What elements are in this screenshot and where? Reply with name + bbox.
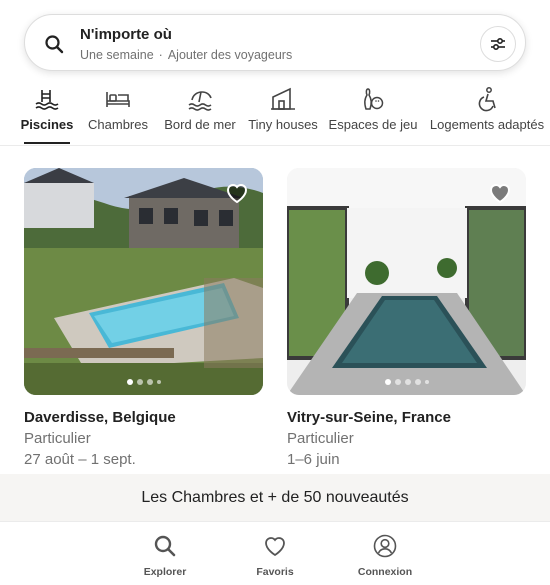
category-label: Chambres xyxy=(88,117,148,132)
listing-location: Daverdisse, Belgique xyxy=(24,409,176,426)
nav-label: Connexion xyxy=(357,566,413,578)
search-dates: Une semaine xyxy=(80,48,154,62)
category-espaces-de-jeu[interactable]: Espaces de jeu xyxy=(329,84,417,144)
promo-banner[interactable]: Les Chambres et + de 50 nouveautés xyxy=(0,474,550,521)
search-summary: Une semaine · Ajouter des voyageurs xyxy=(80,47,292,63)
category-bar: Piscines Chambres Bord de mer Tiny house… xyxy=(0,84,550,146)
bottom-navigation: Explorer Favoris Connexion xyxy=(0,521,550,585)
pool-icon xyxy=(35,90,59,110)
listing-host-type: Particulier xyxy=(287,430,354,447)
listing-location: Vitry-sur-Seine, France xyxy=(287,409,451,426)
category-bord-de-mer[interactable]: Bord de mer xyxy=(164,84,236,144)
category-label: Logements adaptés xyxy=(429,117,545,132)
accessible-icon xyxy=(478,87,496,112)
search-destination: N'importe où xyxy=(80,26,172,43)
nav-explorer[interactable]: Explorer xyxy=(125,534,205,578)
category-label: Espaces de jeu xyxy=(328,117,418,132)
bed-icon xyxy=(106,92,130,107)
promo-banner-text: Les Chambres et + de 50 nouveautés xyxy=(141,488,409,506)
bowling-icon xyxy=(364,88,384,110)
category-logements-adaptes[interactable]: Logements adaptés xyxy=(429,84,545,144)
beach-icon xyxy=(188,91,212,111)
nav-favoris[interactable]: Favoris xyxy=(235,534,315,578)
listing-host-type: Particulier xyxy=(24,430,91,447)
carousel-dots xyxy=(24,379,263,385)
category-piscines[interactable]: Piscines xyxy=(21,84,73,144)
heart-outline-icon xyxy=(265,537,285,557)
separator: · xyxy=(158,48,163,62)
nav-label: Explorer xyxy=(143,566,187,578)
favorite-heart-icon[interactable] xyxy=(488,182,512,204)
nav-connexion[interactable]: Connexion xyxy=(345,534,425,578)
carousel-dots xyxy=(287,379,526,385)
nav-label: Favoris xyxy=(256,566,294,578)
listing-card[interactable]: Vitry-sur-Seine, France Particulier 1–6 … xyxy=(287,168,526,469)
category-label: Bord de mer xyxy=(164,117,236,132)
category-tiny-houses[interactable]: Tiny houses xyxy=(248,84,318,144)
search-icon xyxy=(45,35,64,54)
user-circle-icon xyxy=(373,534,397,558)
search-icon xyxy=(154,535,176,557)
search-bar[interactable]: N'importe où Une semaine · Ajouter des voy… xyxy=(24,14,526,71)
category-label: Piscines xyxy=(20,117,74,132)
filters-button[interactable] xyxy=(480,26,516,62)
listing-photo[interactable] xyxy=(24,168,263,395)
category-chambres[interactable]: Chambres xyxy=(88,84,148,144)
listing-card[interactable]: Daverdisse, Belgique Particulier 27 août… xyxy=(24,168,263,469)
search-guests: Ajouter des voyageurs xyxy=(167,48,293,62)
tiny-house-icon xyxy=(271,87,295,110)
favorite-heart-icon[interactable] xyxy=(225,182,249,204)
listing-photo[interactable] xyxy=(287,168,526,395)
listing-dates: 1–6 juin xyxy=(287,451,340,468)
search-text[interactable]: N'importe où Une semaine · Ajouter des voy… xyxy=(80,26,292,63)
category-label: Tiny houses xyxy=(248,117,318,132)
listing-dates: 27 août – 1 sept. xyxy=(24,451,136,468)
filter-sliders-icon xyxy=(491,37,505,51)
